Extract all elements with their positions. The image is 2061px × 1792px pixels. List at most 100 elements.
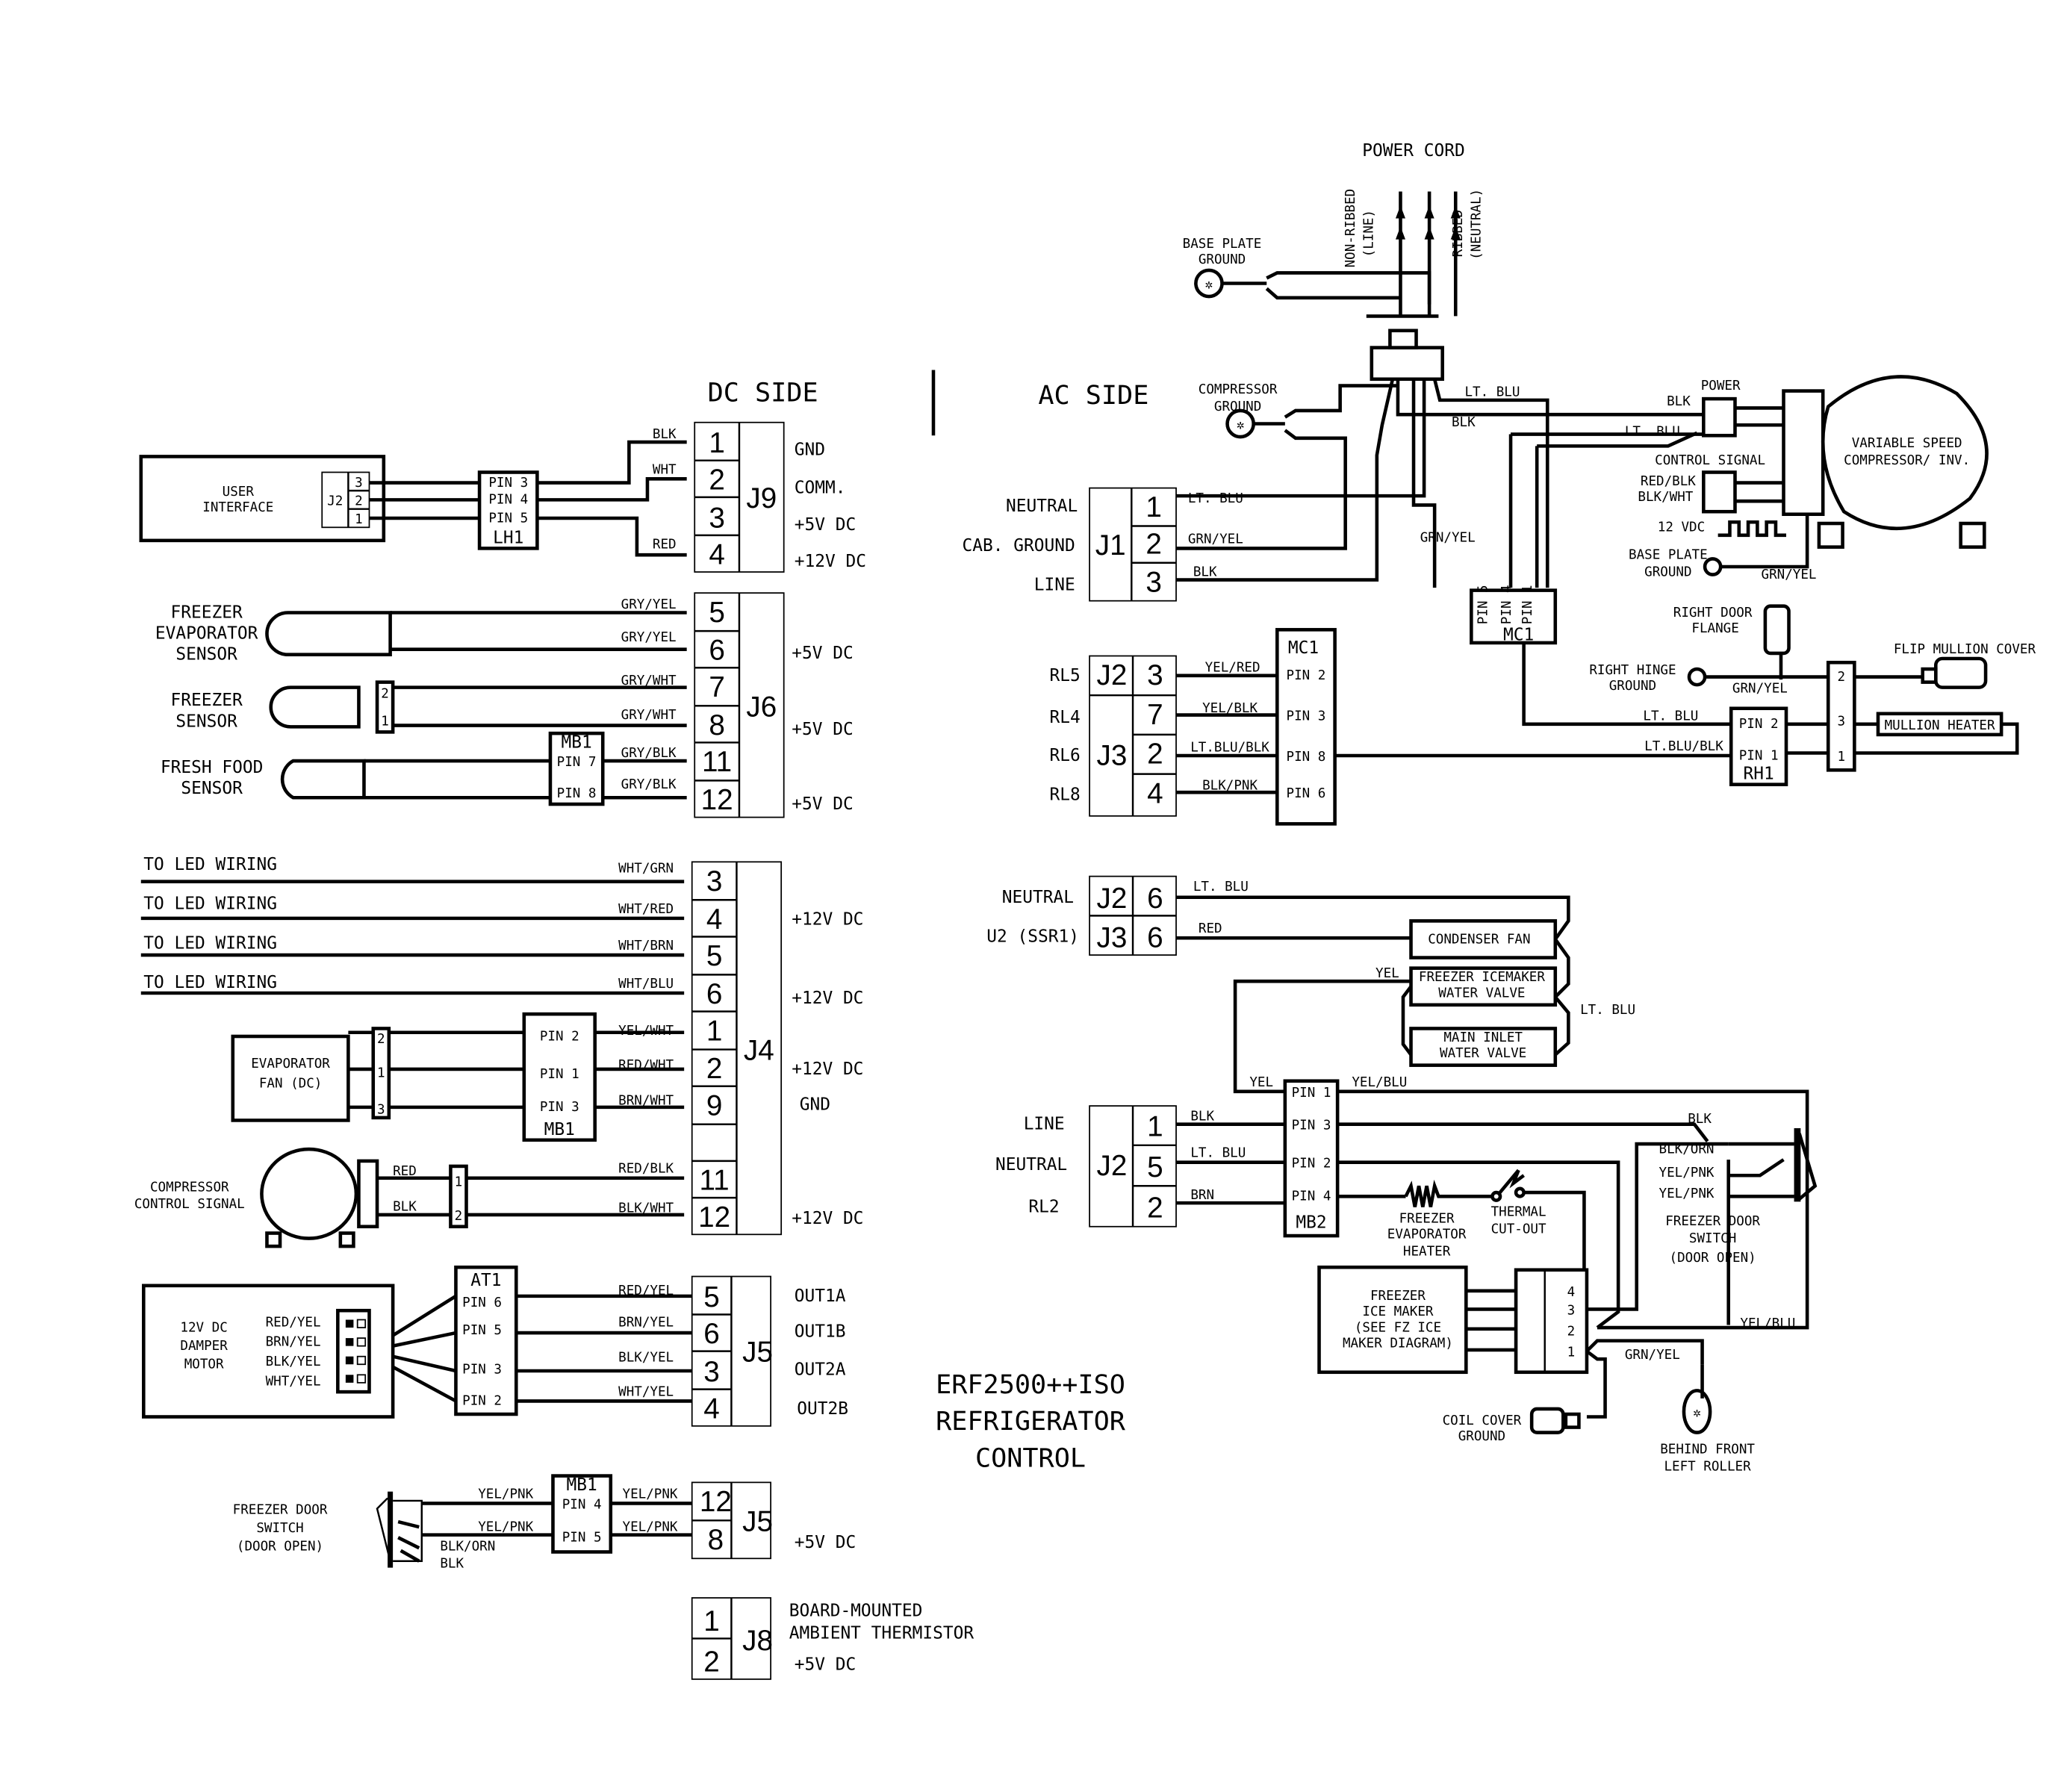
mc1-mid-connector: MC1 PIN 2 PIN 3 PIN 8 PIN 6 [1275,628,1337,826]
j6-connector: 5 6 7 8 11 12 J6 [694,592,785,818]
svg-text:BLK: BLK [653,427,677,442]
svg-text:HEATER: HEATER [1403,1244,1451,1259]
svg-text:1: 1 [355,512,363,527]
svg-text:J3: J3 [1097,922,1128,954]
svg-text:1: 1 [1838,750,1846,765]
svg-text:2: 2 [703,1646,719,1678]
j8-connector: 1 2 J8 [691,1597,773,1680]
svg-text:RED: RED [1199,921,1222,936]
svg-text:7: 7 [709,671,724,703]
svg-text:WHT/YEL: WHT/YEL [618,1384,674,1399]
svg-text:LT. BLU: LT. BLU [1643,709,1698,724]
svg-text:+5V DC: +5V DC [792,644,853,663]
svg-text:J8: J8 [742,1625,773,1657]
svg-text:+12V DC: +12V DC [792,1060,863,1079]
svg-text:PIN 1: PIN 1 [1292,1086,1331,1101]
svg-text:GRN/YEL: GRN/YEL [1732,682,1788,697]
svg-text:YEL/PNK: YEL/PNK [623,1487,678,1502]
svg-text:3: 3 [377,1103,385,1118]
j2-bottom-connector: LINE NEUTRAL RL2 J2 1 5 2 [995,1105,1177,1228]
mc1-top-connector: PIN 5 PIN 4 PIN 1 MC1 [1470,585,1558,644]
svg-text:MOTOR: MOTOR [184,1357,224,1372]
svg-text:OUT2B: OUT2B [797,1399,848,1419]
svg-text:BLK/WHT: BLK/WHT [618,1201,674,1216]
svg-text:✲: ✲ [1693,1406,1701,1421]
svg-text:2: 2 [1147,1192,1163,1224]
svg-text:CONDENSER FAN: CONDENSER FAN [1428,932,1530,947]
svg-text:PIN 4: PIN 4 [1292,1189,1331,1204]
svg-text:2: 2 [1145,528,1161,560]
svg-text:+5V DC: +5V DC [795,515,856,535]
svg-text:RED/BLK: RED/BLK [1641,474,1696,489]
svg-text:FLIP MULLION COVER: FLIP MULLION COVER [1894,642,2036,657]
svg-text:YEL/PNK: YEL/PNK [478,1487,533,1502]
freezer-sensor: FREEZER SENSOR 2 1 [171,680,395,734]
svg-text:TO LED WIRING: TO LED WIRING [143,933,277,953]
svg-text:RH1: RH1 [1743,765,1774,784]
svg-text:CUT-OUT: CUT-OUT [1491,1222,1546,1237]
svg-text:BRN: BRN [1190,1188,1214,1203]
svg-text:RED/YEL: RED/YEL [618,1284,674,1298]
svg-text:J2: J2 [1097,883,1128,915]
svg-text:BLK: BLK [440,1557,464,1572]
svg-text:1: 1 [1147,1111,1163,1143]
svg-text:RIGHT DOOR: RIGHT DOOR [1673,606,1753,620]
svg-text:YEL/BLK: YEL/BLK [1202,701,1258,716]
wiring-diagram: DC SIDE USER INTERFACE J2 3 2 1 PIN 3 PI… [134,141,2036,1680]
svg-text:GRN/YEL: GRN/YEL [1188,532,1243,547]
svg-text:TO LED WIRING: TO LED WIRING [143,895,277,914]
svg-text:PIN 2: PIN 2 [462,1394,502,1409]
freezer-ice-maker: FREEZER ICE MAKER (SEE FZ ICE MAKER DIAG… [1317,1265,1589,1375]
svg-text:YEL/BLU: YEL/BLU [1352,1075,1407,1090]
svg-text:LH1: LH1 [493,528,523,547]
svg-text:9: 9 [706,1089,722,1121]
svg-text:PIN 8: PIN 8 [1287,750,1326,765]
svg-text:PIN 2: PIN 2 [1739,717,1779,732]
svg-text:COMPRESSOR/ INV.: COMPRESSOR/ INV. [1844,453,1970,468]
svg-text:YEL/PNK: YEL/PNK [478,1519,533,1534]
svg-text:BLK: BLK [393,1200,417,1215]
svg-text:GROUND: GROUND [1199,252,1246,267]
dc-side-heading: DC SIDE [708,378,818,408]
svg-text:BLK: BLK [1667,394,1691,409]
svg-text:(DOOR OPEN): (DOOR OPEN) [237,1540,323,1555]
svg-text:POWER: POWER [1701,379,1741,393]
freezer-evaporator-sensor: FREEZER EVAPORATOR SENSOR [155,603,392,665]
svg-text:1: 1 [1567,1345,1576,1360]
svg-text:SENSOR: SENSOR [181,779,243,798]
svg-text:2: 2 [377,1032,385,1047]
svg-text:LT.BLU/BLK: LT.BLU/BLK [1190,741,1269,756]
svg-text:2: 2 [709,464,724,496]
svg-text:COIL COVER: COIL COVER [1443,1413,1522,1428]
svg-text:RL8: RL8 [1050,785,1081,805]
svg-text:FREEZER ICEMAKER: FREEZER ICEMAKER [1419,970,1545,985]
condenser-fan: CONDENSER FAN [1409,919,1558,959]
svg-text:YEL/BLU: YEL/BLU [1740,1316,1795,1331]
svg-text:PIN 4: PIN 4 [562,1497,602,1512]
svg-text:GRN/YEL: GRN/YEL [1762,567,1817,582]
svg-text:PIN 3: PIN 3 [462,1363,502,1378]
svg-text:WATER VALVE: WATER VALVE [1438,986,1525,1001]
svg-text:POWER CORD: POWER CORD [1362,141,1464,161]
svg-text:3: 3 [355,476,363,491]
svg-text:BEHIND FRONT: BEHIND FRONT [1660,1443,1755,1457]
j1-connector: NEUTRAL CAB. GROUND LINE J1 1 2 3 [963,487,1177,602]
svg-text:CONTROL: CONTROL [975,1443,1086,1473]
svg-text:1: 1 [377,1065,385,1080]
main-inlet-water-valve: MAIN INLET WATER VALVE [1409,1027,1558,1067]
fan-connectors: NEUTRAL U2 (SSR1) J2 J3 6 6 [986,875,1177,956]
svg-text:6: 6 [706,978,722,1010]
svg-text:4: 4 [1147,777,1163,809]
svg-text:BLK/WHT: BLK/WHT [1638,490,1693,505]
svg-text:4: 4 [706,903,722,936]
svg-text:5: 5 [1147,1151,1163,1183]
svg-text:GRY/WHT: GRY/WHT [621,708,677,723]
svg-text:EVAPORATOR: EVAPORATOR [1387,1228,1467,1242]
svg-text:6: 6 [703,1318,719,1350]
svg-text:PIN 3: PIN 3 [540,1100,579,1115]
svg-text:FREEZER: FREEZER [171,691,243,710]
svg-text:MB1: MB1 [567,1475,597,1495]
svg-text:MB1: MB1 [561,732,591,752]
svg-text:NEUTRAL: NEUTRAL [1002,888,1074,907]
svg-text:(SEE FZ ICE: (SEE FZ ICE [1355,1320,1441,1335]
